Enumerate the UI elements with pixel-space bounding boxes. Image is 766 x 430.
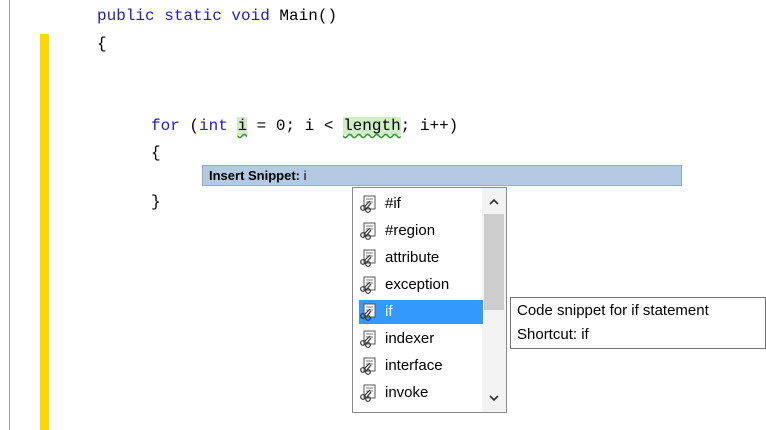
snippet-tooltip: Code snippet for if statement Shortcut: … [510,297,766,349]
completion-list-item[interactable]: #region [359,219,483,243]
insert-snippet-bar[interactable]: Insert Snippet: i [202,165,682,186]
snippet-completion-list[interactable]: #if #region attribute exception if indexer int… [352,187,507,413]
completion-item-label: indexer [385,330,435,347]
editor-gutter-line [9,0,10,430]
completion-item-label: exception [385,276,450,293]
completion-list-scrollbar[interactable] [482,188,506,412]
code-line-for-loop[interactable]: for (int i = 0; i < length; i++) [151,116,458,136]
snippet-icon [359,276,377,294]
completion-item-label: if [385,303,393,320]
snippet-icon [359,384,377,402]
tooltip-shortcut: Shortcut: if [517,326,589,343]
snippet-icon [359,249,377,267]
for-middle: = 0; i < [247,117,344,135]
scroll-down-arrow-icon[interactable] [486,390,502,406]
completion-list-item[interactable]: #if [359,192,483,216]
keyword-int: int [199,117,228,135]
snippet-icon [359,303,377,321]
code-line-inner-close-brace[interactable]: } [151,192,161,212]
length-identifier-highlight[interactable]: length [343,117,401,135]
keyword-text: public static void [97,7,270,25]
scrollbar-thumb[interactable] [484,214,504,310]
snippet-icon [359,330,377,348]
completion-list-item[interactable]: indexer [359,327,483,351]
snippet-icon [359,222,377,240]
completion-list-item[interactable]: attribute [359,246,483,270]
code-line-inner-open-brace[interactable]: { [151,143,161,163]
completion-list-item[interactable]: invoke [359,381,483,405]
snippet-icon [359,195,377,213]
completion-list-item[interactable]: if [359,300,483,324]
snippet-icon [359,357,377,375]
code-line-method-signature[interactable]: public static void Main() [97,6,337,26]
completion-item-label: invoke [385,384,429,401]
scroll-up-arrow-icon[interactable] [486,194,502,210]
insert-snippet-label: Insert Snippet: [209,168,301,183]
method-name-text: Main() [269,7,338,25]
completion-item-label: interface [385,357,443,374]
completion-item-label: #if [385,195,401,212]
change-tracking-bar [40,34,49,430]
for-paren: ( [179,117,200,135]
insert-snippet-input[interactable]: i [300,168,307,183]
tooltip-description: Code snippet for if statement [517,302,709,319]
completion-item-label: #region [385,222,436,239]
completion-list-item[interactable]: exception [359,273,483,297]
keyword-for: for [151,117,180,135]
completion-item-label: attribute [385,249,440,266]
completion-list-item[interactable]: interface [359,354,483,378]
for-end: ; i++) [400,117,459,135]
code-line-open-brace[interactable]: { [97,34,107,54]
variable-i-highlight[interactable]: i [237,117,248,135]
